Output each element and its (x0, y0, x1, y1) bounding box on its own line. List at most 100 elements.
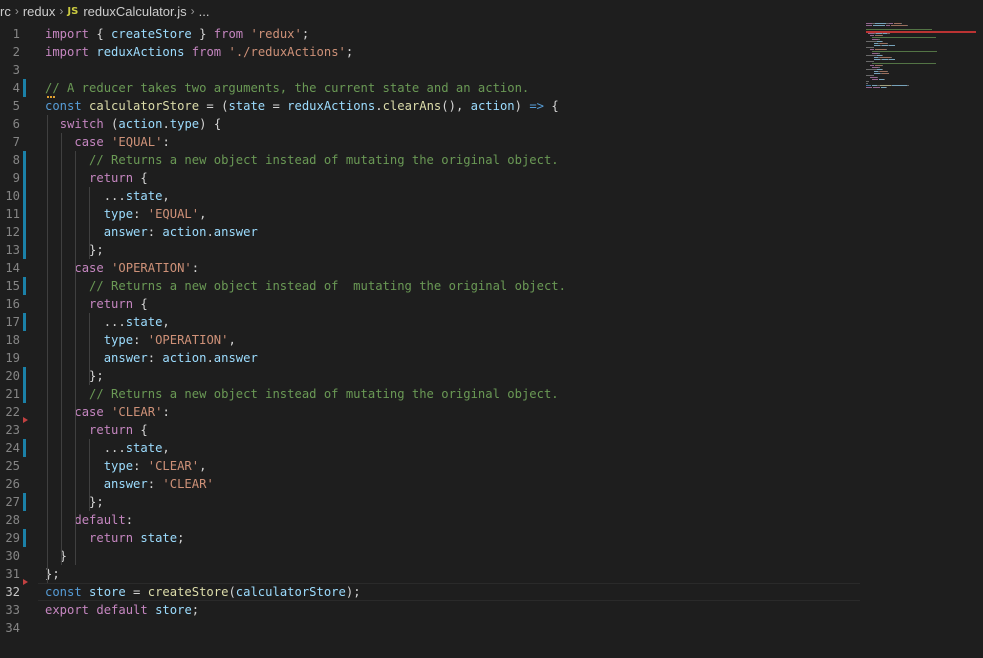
line-number: 25 (5, 459, 20, 473)
modified-line-indicator[interactable] (23, 493, 26, 511)
modified-line-indicator[interactable] (23, 529, 26, 547)
code-token: 'redux' (250, 27, 302, 41)
code-token: ( (103, 117, 119, 131)
minimap[interactable] (866, 23, 976, 93)
minimap-token (882, 55, 883, 56)
breadcrumb: rc › redux › JS reduxCalculator.js › ... (0, 0, 983, 22)
code-line[interactable]: 18 type: 'OPERATION', (0, 331, 860, 349)
code-line[interactable]: 26 answer: 'CLEAR' (0, 475, 860, 493)
code-line[interactable]: 24 ...state, (0, 439, 860, 457)
minimap-token (889, 23, 893, 24)
code-token: ; (345, 45, 354, 59)
code-line[interactable]: 2 import reduxActions from './reduxAction… (0, 43, 860, 61)
modified-line-indicator[interactable] (23, 439, 26, 457)
code-line[interactable]: 8 // Returns a new object instead of mut… (0, 151, 860, 169)
breadcrumb-folder-src[interactable]: rc (0, 4, 11, 19)
code-token: switch (59, 117, 104, 131)
code-line[interactable]: 1 import { createStore } from 'redux'; (0, 25, 860, 43)
code-line[interactable]: 12 answer: action.answer (0, 223, 860, 241)
code-token: import (45, 27, 90, 41)
code-line[interactable]: 6 switch (action.type) { (0, 115, 860, 133)
code-line[interactable]: 13 }; (0, 241, 860, 259)
minimap-token (866, 87, 872, 88)
code-token: ; (191, 603, 200, 617)
deleted-line-marker-icon[interactable] (23, 417, 28, 423)
minimap-token (887, 43, 888, 44)
modified-line-indicator[interactable] (23, 169, 26, 187)
code-line[interactable]: 22 case 'CLEAR': (0, 403, 860, 421)
breadcrumb-file[interactable]: reduxCalculator.js (83, 4, 186, 19)
code-line[interactable]: 28 default: (0, 511, 860, 529)
code-line[interactable]: 19 answer: action.answer (0, 349, 860, 367)
code-line[interactable]: 9 return { (0, 169, 860, 187)
code-token: case (74, 405, 104, 419)
code-line[interactable]: 5 const calculatorStore = (state = reduxA… (0, 97, 860, 115)
code-line[interactable]: 14 case 'OPERATION': (0, 259, 860, 277)
code-line[interactable]: 17 ...state, (0, 313, 860, 331)
code-line[interactable]: 33 export default store; (0, 601, 860, 619)
modified-line-indicator[interactable] (23, 223, 26, 241)
chevron-right-icon: › (190, 4, 195, 18)
code-line[interactable]: 20 }; (0, 367, 860, 385)
line-number: 28 (5, 513, 20, 527)
line-number: 19 (5, 351, 20, 365)
code-token: state (125, 315, 163, 329)
minimap-token (880, 71, 887, 72)
breadcrumb-symbols[interactable]: ... (199, 4, 210, 19)
code-line[interactable]: 32 const store = createStore(calculatorSt… (0, 583, 860, 601)
modified-line-indicator[interactable] (23, 313, 26, 331)
code-line[interactable]: 3 (0, 61, 860, 79)
code-token: , (162, 315, 170, 329)
code-line[interactable]: 31}; (0, 565, 860, 583)
code-token: : (147, 225, 163, 239)
code-token: state (228, 99, 266, 113)
javascript-file-icon: JS (67, 5, 79, 17)
modified-line-indicator[interactable] (23, 277, 26, 295)
modified-line-indicator[interactable] (23, 79, 26, 97)
deleted-line-marker-icon[interactable] (23, 579, 28, 585)
code-line[interactable]: 21 // Returns a new object instead of mu… (0, 385, 860, 403)
modified-line-indicator[interactable] (23, 187, 26, 205)
minimap-token (866, 29, 932, 30)
modified-line-indicator[interactable] (23, 241, 26, 259)
code-line[interactable]: 7 case 'EQUAL': (0, 133, 860, 151)
code-line[interactable]: 11 type: 'EQUAL', (0, 205, 860, 223)
code-line[interactable]: 10 ...state, (0, 187, 860, 205)
code-line[interactable]: 15 // Returns a new object instead of mu… (0, 277, 860, 295)
breadcrumb-folder-redux[interactable]: redux (23, 4, 56, 19)
modified-line-indicator[interactable] (23, 367, 26, 385)
code-token: answer (213, 351, 258, 365)
modified-line-indicator[interactable] (23, 205, 26, 223)
code-token: = (265, 99, 288, 113)
code-token: 'CLEAR' (162, 477, 214, 491)
line-number: 30 (5, 549, 20, 563)
code-token: case (74, 261, 104, 275)
code-line[interactable]: 23 return { (0, 421, 860, 439)
code-line[interactable]: 27 }; (0, 493, 860, 511)
code-token: : (133, 459, 148, 473)
code-line[interactable]: 16 return { (0, 295, 860, 313)
code-line[interactable]: 30 } (0, 547, 860, 565)
code-line[interactable]: 29 return state; (0, 529, 860, 547)
code-line[interactable]: 4 // A reducer takes two arguments, the c… (0, 79, 860, 97)
minimap-token (866, 41, 877, 42)
modified-line-indicator[interactable] (23, 151, 26, 169)
minimap-token (873, 87, 880, 88)
modified-line-indicator[interactable] (23, 385, 26, 403)
code-line[interactable]: 34 (0, 619, 860, 637)
line-number: 24 (5, 441, 20, 455)
code-editor[interactable]: 1 import { createStore } from 'redux'; 2 im… (0, 23, 860, 653)
line-number: 11 (5, 207, 20, 221)
code-text: // Returns a new object instead of mutat… (45, 277, 566, 295)
code-token: , (199, 459, 207, 473)
code-token: : (162, 135, 170, 149)
minimap-token (875, 49, 886, 50)
code-line[interactable]: 25 type: 'CLEAR', (0, 457, 860, 475)
indent-guide (89, 187, 90, 259)
code-text: import { createStore } from 'redux'; (45, 25, 309, 43)
code-token: , (199, 207, 207, 221)
